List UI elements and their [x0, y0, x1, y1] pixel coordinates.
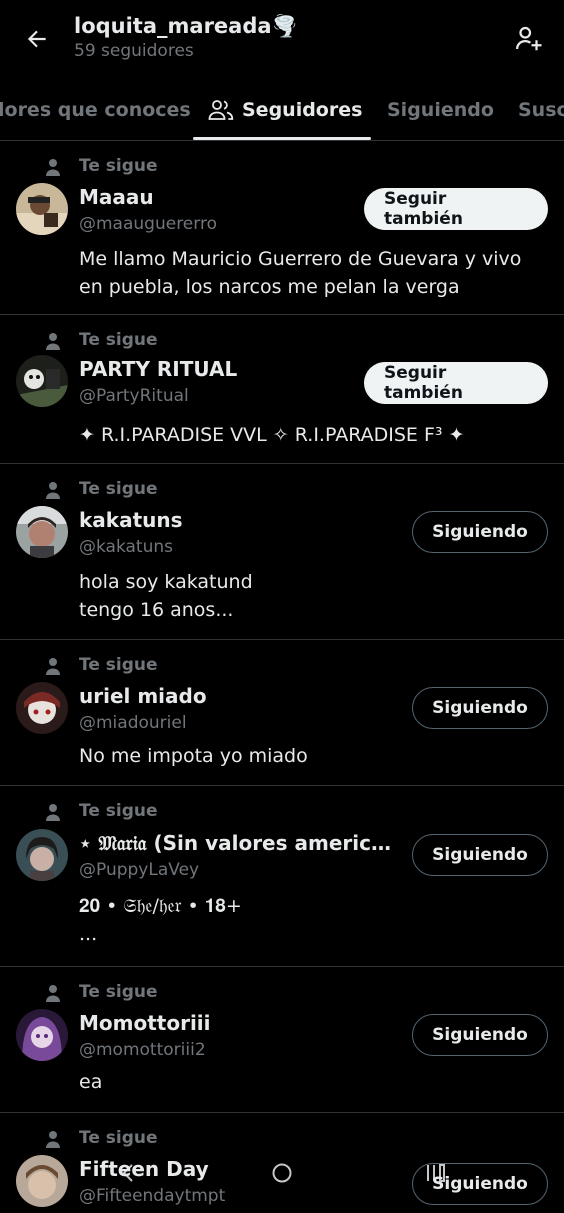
person-icon [46, 159, 60, 176]
nav-home-button[interactable] [262, 1156, 302, 1190]
user-name[interactable]: uriel miado [79, 684, 207, 708]
follows-you-label: Te sigue [79, 655, 158, 675]
tab-label: lores que conoces [0, 99, 191, 121]
list-item[interactable]: Te sigue uriel miado @miadouriel Siguien… [0, 640, 564, 786]
user-bio: hola soy kakatund tengo 16 anos... [79, 571, 253, 621]
following-button[interactable]: Siguiendo [412, 511, 548, 553]
follows-you-label: Te sigue [79, 801, 158, 821]
tab-following[interactable]: Siguiendo [387, 80, 494, 140]
follows-you-label: Te sigue [79, 982, 158, 1002]
list-item[interactable]: Te sigue ⋆ 𝔐𝔞𝔯𝔦𝔞 (Sin valores americano.… [0, 786, 564, 967]
tab-label: Susc [518, 99, 564, 121]
avatar[interactable] [16, 506, 68, 558]
page-title: loquita_mareada🌪️ [74, 14, 298, 38]
nav-recents-icon [427, 1164, 445, 1182]
system-navigation-bar [0, 1150, 564, 1199]
tab-bar: lores que conoces Seguidores Siguiendo S… [0, 80, 564, 141]
user-handle[interactable]: @miadouriel [79, 713, 187, 733]
following-button[interactable]: Siguiendo [412, 834, 548, 876]
user-name[interactable]: ⋆ 𝔐𝔞𝔯𝔦𝔞 (Sin valores americano... [79, 831, 404, 855]
nav-recents-button[interactable] [416, 1156, 456, 1190]
user-bio: 𝟐𝟎 • 𝔖𝔥𝔢/𝔥𝔢𝔯 • 𝟏𝟖+ ... [79, 895, 242, 945]
avatar[interactable] [16, 1009, 68, 1061]
person-icon [46, 482, 60, 499]
tab-followers-you-know[interactable]: lores que conoces [0, 80, 191, 140]
person-icon [46, 804, 60, 821]
person-icon [46, 658, 60, 675]
user-bio: ✦ R.I.PARADISE VVL ✧ R.I.PARADISE F³ ✦ [79, 424, 465, 446]
list-item[interactable]: Te sigue PARTY RITUAL @PartyRitual Segui… [0, 315, 564, 464]
back-arrow-icon [27, 30, 46, 48]
follows-you-label: Te sigue [79, 479, 158, 499]
follows-you-label: Te sigue [79, 156, 158, 176]
user-handle[interactable]: @PartyRitual [79, 386, 189, 406]
follow-back-button[interactable]: Seguir también [364, 188, 548, 230]
user-name[interactable]: Momottoriii [79, 1011, 211, 1035]
add-user-button[interactable] [512, 20, 546, 58]
following-button[interactable]: Siguiendo [412, 687, 548, 729]
nav-home-icon [272, 1163, 292, 1183]
people-icon [208, 99, 234, 121]
avatar[interactable] [16, 829, 68, 881]
user-bio: ea [79, 1071, 103, 1093]
user-handle[interactable]: @PuppyLaVey [79, 860, 199, 880]
tab-subscriptions[interactable]: Susc [518, 80, 564, 140]
avatar[interactable] [16, 355, 68, 407]
nav-back-icon [122, 1164, 133, 1182]
follow-back-button[interactable]: Seguir también [364, 362, 548, 404]
follows-you-label: Te sigue [79, 1128, 158, 1148]
top-app-bar: loquita_mareada🌪️ 59 seguidores [0, 0, 564, 80]
add-user-icon [516, 26, 542, 51]
follower-count: 59 seguidores [74, 41, 194, 61]
tab-label: Siguiendo [387, 99, 494, 121]
avatar[interactable] [16, 682, 68, 734]
user-name[interactable]: PARTY RITUAL [79, 357, 237, 381]
nav-back-button[interactable] [108, 1156, 148, 1190]
user-handle[interactable]: @maauguererro [79, 214, 217, 234]
list-item[interactable]: Te sigue kakatuns @kakatuns Siguiendo ho… [0, 464, 564, 640]
back-button[interactable] [20, 22, 54, 56]
person-icon [46, 985, 60, 1002]
tab-label: Seguidores [242, 99, 363, 121]
avatar[interactable] [16, 183, 68, 235]
title-block: loquita_mareada🌪️ 59 seguidores [74, 12, 298, 62]
active-tab-indicator [193, 137, 371, 140]
following-button[interactable]: Siguiendo [412, 1014, 548, 1056]
user-bio: No me impota yo miado [79, 745, 308, 767]
followers-list: Te sigue Maaau @maauguererro Seguir tamb… [0, 141, 564, 1213]
list-item[interactable]: Te sigue Maaau @maauguererro Seguir tamb… [0, 141, 564, 315]
person-icon [46, 1131, 60, 1148]
user-handle[interactable]: @kakatuns [79, 537, 173, 557]
person-icon [46, 333, 60, 350]
user-name[interactable]: kakatuns [79, 508, 183, 532]
tab-followers[interactable]: Seguidores [208, 80, 362, 140]
user-name[interactable]: Maaau [79, 185, 154, 209]
list-item[interactable]: Te sigue Momottoriii @momottoriii2 Sigui… [0, 967, 564, 1113]
user-handle[interactable]: @momottoriii2 [79, 1040, 206, 1060]
user-bio: Me llamo Mauricio Guerrero de Guevara y … [79, 248, 522, 298]
follows-you-label: Te sigue [79, 330, 158, 350]
